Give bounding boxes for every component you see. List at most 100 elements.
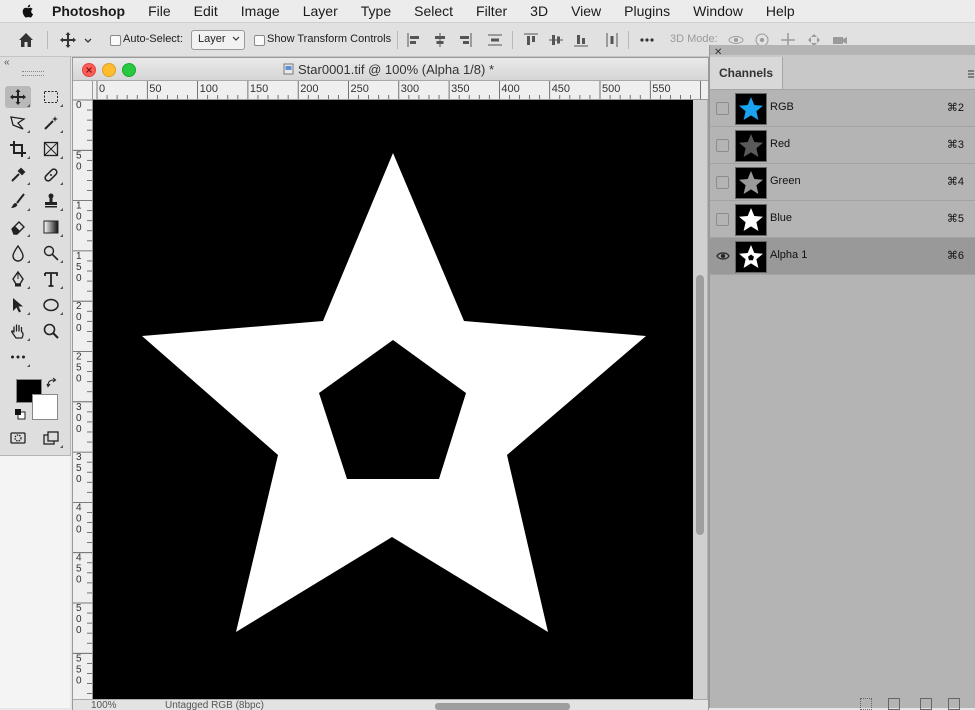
menu-window[interactable]: Window bbox=[693, 3, 743, 19]
menu-type[interactable]: Type bbox=[361, 3, 391, 19]
shape-tool[interactable] bbox=[38, 294, 64, 316]
pen-tool[interactable] bbox=[5, 268, 31, 290]
screen-mode-icon bbox=[43, 431, 59, 445]
collapse-toolbar-icon[interactable]: « bbox=[4, 57, 10, 68]
blur-tool[interactable] bbox=[5, 242, 31, 264]
default-colors-icon[interactable] bbox=[14, 408, 26, 420]
visibility-toggle[interactable] bbox=[716, 139, 729, 152]
align-top-icon[interactable] bbox=[522, 31, 540, 49]
panel-menu-icon[interactable] bbox=[968, 69, 974, 79]
load-selection-icon[interactable] bbox=[860, 698, 872, 710]
move-tool-preset-icon[interactable] bbox=[59, 31, 77, 49]
swap-colors-icon[interactable] bbox=[46, 377, 58, 389]
align-middle-v-icon[interactable] bbox=[547, 31, 565, 49]
more-options-icon[interactable] bbox=[638, 31, 656, 49]
gradient-tool[interactable] bbox=[38, 216, 64, 238]
menu-view[interactable]: View bbox=[571, 3, 601, 19]
menu-plugins[interactable]: Plugins bbox=[624, 3, 670, 19]
channel-row[interactable]: Green ⌘4 bbox=[710, 164, 975, 201]
vertical-ruler[interactable]: 0 50 100 150 200 250 300 350 400 450 500 550 bbox=[73, 81, 93, 699]
home-icon[interactable] bbox=[17, 31, 35, 49]
crop-tool[interactable] bbox=[5, 138, 31, 160]
magic-wand-icon bbox=[44, 116, 58, 130]
show-transform-checkbox[interactable] bbox=[254, 35, 265, 46]
eye-icon[interactable] bbox=[716, 250, 730, 262]
horizontal-scroll-thumb[interactable] bbox=[435, 703, 570, 710]
ruler-label: 0 bbox=[76, 100, 82, 111]
zoom-window-button[interactable] bbox=[122, 63, 136, 77]
panel-footer bbox=[710, 695, 975, 710]
new-channel-icon[interactable] bbox=[920, 698, 932, 710]
channel-name: Green bbox=[770, 175, 801, 187]
channel-row[interactable]: Alpha 1 ⌘6 bbox=[710, 238, 975, 275]
vertical-scrollbar[interactable] bbox=[693, 100, 707, 699]
channel-name: RGB bbox=[770, 101, 794, 113]
channel-shortcut: ⌘3 bbox=[946, 139, 964, 151]
align-bottom-icon[interactable] bbox=[572, 31, 590, 49]
apple-icon[interactable] bbox=[20, 3, 36, 19]
horizontal-ruler[interactable]: 0 50 100 150 200 250 300 350 400 450 500 550 bbox=[93, 81, 708, 100]
canvas[interactable] bbox=[93, 100, 693, 699]
menu-app[interactable]: Photoshop bbox=[52, 3, 125, 19]
zoom-tool[interactable] bbox=[38, 320, 64, 342]
visibility-toggle[interactable] bbox=[716, 176, 729, 189]
visibility-toggle[interactable] bbox=[716, 213, 729, 226]
menu-3d[interactable]: 3D bbox=[530, 3, 548, 19]
dodge-tool[interactable] bbox=[38, 242, 64, 264]
zoom-level[interactable]: 100% bbox=[91, 700, 117, 710]
document-title-bar[interactable]: Star0001.tif @ 100% (Alpha 1/8) * bbox=[73, 58, 708, 81]
brush-icon bbox=[11, 193, 25, 208]
quick-mask-icon bbox=[10, 432, 26, 444]
hand-tool[interactable] bbox=[5, 320, 31, 342]
channel-row[interactable]: RGB ⌘2 bbox=[710, 90, 975, 127]
color-profile-info[interactable]: Untagged RGB (8bpc) bbox=[165, 700, 264, 710]
distribute-vertical-icon[interactable] bbox=[486, 31, 504, 49]
quick-mask-button[interactable] bbox=[5, 427, 31, 449]
path-selection-tool[interactable] bbox=[5, 294, 31, 316]
chevron-down-icon[interactable] bbox=[83, 31, 93, 49]
crop-icon bbox=[10, 141, 26, 157]
tab-channels[interactable]: Channels bbox=[710, 57, 783, 89]
channel-row[interactable]: Blue ⌘5 bbox=[710, 201, 975, 238]
minimize-window-button[interactable] bbox=[102, 63, 116, 77]
edit-toolbar-button[interactable] bbox=[5, 346, 31, 368]
ruler-label: 200 bbox=[76, 301, 82, 334]
frame-tool[interactable] bbox=[38, 138, 64, 160]
magic-wand-tool[interactable] bbox=[38, 112, 64, 134]
visibility-toggle[interactable] bbox=[716, 102, 729, 115]
menu-edit[interactable]: Edit bbox=[194, 3, 218, 19]
ruler-label: 550 bbox=[76, 653, 82, 686]
save-selection-icon[interactable] bbox=[888, 698, 900, 710]
menu-file[interactable]: File bbox=[148, 3, 171, 19]
healing-brush-tool[interactable] bbox=[38, 164, 64, 186]
background-color-swatch[interactable] bbox=[32, 394, 58, 420]
align-right-icon[interactable] bbox=[456, 31, 474, 49]
screen-mode-button[interactable] bbox=[38, 427, 64, 449]
delete-channel-icon[interactable] bbox=[948, 698, 960, 710]
menu-image[interactable]: Image bbox=[241, 3, 280, 19]
toolbar-grip[interactable] bbox=[22, 71, 44, 76]
auto-select-checkbox[interactable] bbox=[110, 35, 121, 46]
close-window-button[interactable] bbox=[82, 63, 96, 77]
align-left-icon[interactable] bbox=[405, 31, 423, 49]
align-center-h-icon[interactable] bbox=[431, 31, 449, 49]
distribute-horizontal-icon[interactable] bbox=[603, 31, 621, 49]
clone-stamp-tool[interactable] bbox=[38, 190, 64, 212]
move-icon bbox=[10, 89, 26, 105]
auto-select-target-dropdown[interactable]: Layer bbox=[191, 30, 245, 50]
brush-tool[interactable] bbox=[5, 190, 31, 212]
marquee-tool[interactable] bbox=[38, 86, 64, 108]
lasso-tool[interactable] bbox=[5, 112, 31, 134]
eraser-tool[interactable] bbox=[5, 216, 31, 238]
menu-filter[interactable]: Filter bbox=[476, 3, 507, 19]
menu-help[interactable]: Help bbox=[766, 3, 795, 19]
star-thumbnail-icon bbox=[739, 171, 763, 194]
menu-layer[interactable]: Layer bbox=[303, 3, 338, 19]
eraser-icon bbox=[11, 221, 25, 235]
move-tool[interactable] bbox=[5, 86, 31, 108]
vertical-scroll-thumb[interactable] bbox=[696, 275, 704, 535]
menu-select[interactable]: Select bbox=[414, 3, 453, 19]
channel-row[interactable]: Red ⌘3 bbox=[710, 127, 975, 164]
eyedropper-tool[interactable] bbox=[5, 164, 31, 186]
type-tool[interactable] bbox=[38, 268, 64, 290]
